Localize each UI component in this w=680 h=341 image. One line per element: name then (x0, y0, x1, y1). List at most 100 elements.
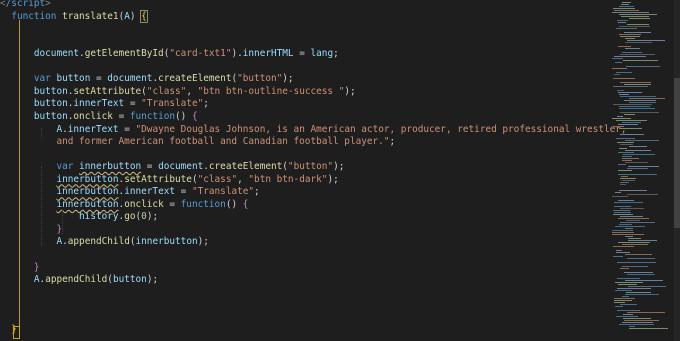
code-line[interactable]: A.innerText = "Dwayne Douglas Johnson, i… (0, 123, 627, 137)
code-line[interactable]: innerbutton.onclick = function() { (0, 199, 248, 212)
code-token: setAttribute (73, 85, 142, 97)
minimap-line (619, 108, 655, 109)
minimap-line (613, 86, 648, 87)
minimap-line (622, 296, 629, 297)
minimap-line (616, 72, 632, 73)
code-token: createElement (158, 73, 232, 85)
scrollbar-thumb[interactable] (674, 78, 680, 228)
minimap-line (618, 170, 632, 171)
minimap-line (614, 300, 632, 301)
minimap-line (612, 12, 649, 13)
minimap-line (619, 148, 627, 149)
code-line[interactable]: innerbutton.innerText = "Translate"; (0, 186, 259, 199)
minimap-line (622, 322, 653, 323)
minimap-line (613, 78, 635, 79)
code-line[interactable]: button.setAttribute("class", "btn btn-ou… (0, 86, 356, 99)
minimap-line (618, 218, 649, 219)
code-line[interactable]: and former American football and Canadia… (0, 136, 395, 149)
minimap-line (620, 178, 636, 179)
code-line[interactable]: A.appendChild(button); (0, 274, 158, 287)
minimap-line (612, 68, 627, 69)
code-token: = (141, 161, 159, 173)
code-token: "button" (237, 73, 283, 85)
minimap-line (620, 96, 656, 97)
code-line[interactable]: A.appendChild(innerbutton); (0, 236, 208, 249)
code-token: innerbutton (135, 236, 198, 248)
code-line[interactable]: var innerbutton = document.createElement… (0, 161, 344, 174)
bracket-match-highlight (13, 326, 20, 339)
code-editor[interactable]: </script> function translate1(A) { docum… (0, 0, 680, 341)
code-token: () (225, 198, 243, 210)
minimap-line (612, 234, 644, 235)
code-token: , (237, 173, 249, 185)
code-token: getElementById (84, 48, 164, 60)
code-line[interactable]: } (0, 224, 62, 237)
minimap-line (618, 152, 634, 153)
code-token: document (158, 161, 204, 173)
code-line[interactable]: history.go(0); (0, 211, 158, 224)
minimap-line (621, 176, 628, 177)
code-token: setAttribute (124, 173, 192, 185)
minimap-line (612, 118, 631, 119)
code-token: = (124, 98, 142, 110)
code-token: createElement (208, 161, 283, 173)
minimap-line (618, 200, 634, 201)
minimap-line (616, 120, 647, 121)
indent-guide (41, 128, 42, 138)
minimap-line (624, 272, 653, 273)
minimap-line (627, 194, 658, 195)
code-token: document (107, 73, 153, 85)
minimap-line (619, 190, 647, 191)
minimap-line (620, 112, 659, 113)
indent-guide (41, 166, 42, 246)
minimap-line (619, 34, 641, 35)
code-line[interactable]: button.onclick = function() { (0, 111, 198, 124)
code-token: button (112, 274, 147, 286)
minimap-line (612, 58, 623, 59)
minimap-line (625, 42, 652, 43)
minimap-line (617, 278, 640, 279)
code-line[interactable]: innerbutton.setAttribute("class", "btn b… (0, 173, 338, 187)
minimap-line (621, 4, 629, 5)
minimap-line (620, 208, 644, 209)
code-token: function (180, 198, 226, 210)
minimap-line (628, 238, 641, 239)
code-line[interactable]: var button = document.createElement("but… (0, 73, 294, 86)
minimap-line (614, 302, 625, 303)
minimap-line (614, 56, 646, 57)
code-line[interactable]: button.innerText = "Translate"; (0, 98, 209, 111)
code-token: = (163, 198, 181, 210)
minimap-line (613, 8, 635, 9)
minimap-line (622, 52, 642, 53)
code-token: translate1 (62, 10, 119, 22)
minimap-line (620, 82, 651, 83)
code-token: "Dwayne Douglas Johnson, is an American … (135, 123, 627, 135)
code-line[interactable]: </script> (0, 0, 51, 11)
code-token: var (56, 161, 74, 173)
code-token: document (33, 48, 80, 60)
minimap-line (627, 274, 655, 275)
minimap-line (629, 98, 665, 99)
code-token: innerHTML (242, 48, 294, 60)
minimap-line (622, 244, 648, 245)
code-token: button (33, 110, 68, 122)
minimap-line (623, 154, 655, 155)
minimap-line (618, 174, 657, 175)
minimap-line (619, 94, 629, 95)
code-token: ); (282, 73, 294, 85)
minimap[interactable] (612, 0, 672, 341)
code-line[interactable]: document.getElementById("card-txt1").inn… (0, 48, 339, 61)
minimap-line (618, 124, 638, 125)
code-line[interactable]: function translate1(A) { (0, 9, 148, 24)
code-token: innerText (73, 98, 125, 110)
vertical-scrollbar[interactable] (674, 0, 680, 341)
